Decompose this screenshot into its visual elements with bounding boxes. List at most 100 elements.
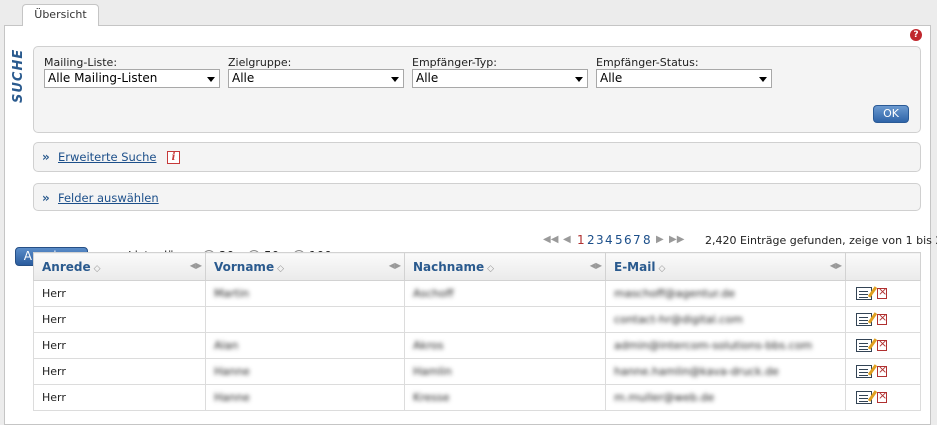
table-row[interactable]: Herr contact-hr@digital.com — [33, 306, 921, 333]
delete-icon[interactable] — [877, 285, 887, 300]
page-link-8[interactable]: 8 — [643, 233, 651, 247]
sort-icon[interactable]: ◇ — [658, 264, 665, 274]
column-header-actions — [845, 252, 921, 281]
cell-nachname: Aschoff — [404, 280, 606, 307]
column-label: Nachname — [413, 259, 485, 274]
page-link-7[interactable]: 7 — [633, 233, 641, 247]
column-header-email[interactable]: E-Mail ◇ ◀▶ — [605, 252, 846, 281]
double-chevron-right-icon: » — [42, 150, 50, 164]
column-label: E-Mail — [614, 259, 656, 274]
edit-icon[interactable] — [856, 391, 872, 405]
advanced-search-link[interactable]: Erweiterte Suche — [58, 150, 157, 164]
recipient-status-label: Empfänger-Status: — [596, 56, 699, 69]
chevron-down-icon — [759, 77, 767, 82]
cell-email: maschoff@agentur.de — [605, 280, 846, 307]
page-link-5[interactable]: 5 — [615, 233, 623, 247]
first-page-icon[interactable]: ◀◀ — [543, 234, 558, 245]
cell-actions — [845, 358, 921, 385]
column-resize-icon[interactable]: ◀▶ — [389, 261, 401, 270]
sort-icon[interactable]: ◇ — [94, 264, 101, 274]
delete-icon[interactable] — [877, 389, 887, 404]
recipient-type-label: Empfänger-Typ: — [412, 56, 497, 69]
column-resize-icon[interactable]: ◀▶ — [190, 261, 202, 270]
page-link-6[interactable]: 6 — [624, 233, 632, 247]
mailing-list-field: Mailing-Liste: Alle Mailing-Listen — [44, 56, 220, 88]
cell-vorname: Hanne — [205, 358, 405, 385]
advanced-search-row[interactable]: » Erweiterte Suche i — [33, 142, 921, 172]
sort-icon[interactable]: ◇ — [487, 264, 494, 274]
ok-button[interactable]: OK — [873, 105, 909, 123]
sort-icon[interactable]: ◇ — [277, 264, 284, 274]
cell-nachname: Kresse — [404, 384, 606, 411]
recipient-status-select[interactable]: Alle — [596, 69, 772, 88]
edit-icon[interactable] — [856, 287, 872, 301]
cell-email: m.muller@web.de — [605, 384, 846, 411]
table-row[interactable]: Herr Hanne Hamlin hanne.hamlin@kava-druc… — [33, 358, 921, 385]
cell-actions — [845, 332, 921, 359]
cell-email: hanne.hamlin@kava-druck.de — [605, 358, 846, 385]
cell-nachname — [404, 306, 606, 333]
column-header-vorname[interactable]: Vorname ◇ ◀▶ — [205, 252, 405, 281]
edit-icon[interactable] — [856, 365, 872, 379]
table-row[interactable]: Herr Martin Aschoff maschoff@agentur.de — [33, 280, 921, 307]
recipient-type-value: Alle — [416, 71, 439, 85]
select-fields-row[interactable]: » Felder auswählen — [33, 183, 921, 211]
column-label: Vorname — [214, 259, 275, 274]
chevron-down-icon — [391, 77, 399, 82]
recipients-table: Anrede ◇ ◀▶ Vorname ◇ ◀▶ Nachname ◇ ◀▶ E-Mail ◇… — [33, 252, 921, 411]
cell-anrede: Herr — [33, 280, 206, 307]
search-section-label: SUCHE — [11, 48, 26, 104]
cell-vorname: Martin — [205, 280, 405, 307]
tab-uebersicht[interactable]: Übersicht — [22, 4, 99, 26]
prev-page-icon[interactable]: ◀ — [563, 234, 571, 245]
cell-nachname: Akros — [404, 332, 606, 359]
chevron-down-icon — [575, 77, 583, 82]
cell-vorname: Hanne — [205, 384, 405, 411]
column-resize-icon[interactable]: ◀▶ — [830, 261, 842, 270]
cell-nachname: Hamlin — [404, 358, 606, 385]
last-page-icon[interactable]: ▶▶ — [669, 234, 684, 245]
mailing-list-label: Mailing-Liste: — [44, 56, 118, 69]
column-label: Anrede — [42, 259, 91, 274]
cell-email: contact-hr@digital.com — [605, 306, 846, 333]
table-header-row: Anrede ◇ ◀▶ Vorname ◇ ◀▶ Nachname ◇ ◀▶ E-Mail ◇… — [33, 252, 921, 281]
delete-icon[interactable] — [877, 337, 887, 352]
page-link-4[interactable]: 4 — [605, 233, 613, 247]
info-icon[interactable]: i — [167, 151, 180, 164]
main-panel: ? SUCHE Mailing-Liste: Alle Mailing-List… — [4, 25, 937, 425]
cell-actions — [845, 280, 921, 307]
chevron-down-icon — [207, 77, 215, 82]
edit-icon[interactable] — [856, 339, 872, 353]
recipient-status-value: Alle — [600, 71, 623, 85]
table-row[interactable]: Herr Hanne Kresse m.muller@web.de — [33, 384, 921, 411]
help-icon[interactable]: ? — [910, 29, 922, 41]
target-group-label: Zielgruppe: — [228, 56, 292, 69]
cell-anrede: Herr — [33, 332, 206, 359]
recipient-status-field: Empfänger-Status: Alle — [596, 56, 772, 88]
cell-vorname: Alan — [205, 332, 405, 359]
pagination: ◀◀ ◀ 1 2 3 4 5 6 7 8 ▶ ▶▶ 2,420 Einträge… — [543, 233, 937, 247]
delete-icon[interactable] — [877, 363, 887, 378]
double-chevron-right-icon: » — [42, 191, 50, 205]
cell-anrede: Herr — [33, 306, 206, 333]
table-row[interactable]: Herr Alan Akros admin@intercom-solutions… — [33, 332, 921, 359]
recipient-type-select[interactable]: Alle — [412, 69, 588, 88]
select-fields-link[interactable]: Felder auswählen — [58, 191, 159, 205]
cell-actions — [845, 384, 921, 411]
page-link-3[interactable]: 3 — [596, 233, 604, 247]
column-header-nachname[interactable]: Nachname ◇ ◀▶ — [404, 252, 606, 281]
target-group-value: Alle — [232, 71, 255, 85]
result-summary: 2,420 Einträge gefunden, zeige von 1 bis… — [705, 234, 937, 247]
column-resize-icon[interactable]: ◀▶ — [590, 261, 602, 270]
search-box: Mailing-Liste: Alle Mailing-Listen Zielg… — [33, 46, 921, 133]
delete-icon[interactable] — [877, 311, 887, 326]
mailing-list-value: Alle Mailing-Listen — [48, 71, 158, 85]
edit-icon[interactable] — [856, 313, 872, 327]
next-page-icon[interactable]: ▶ — [656, 234, 664, 245]
cell-actions — [845, 306, 921, 333]
page-link-2[interactable]: 2 — [587, 233, 595, 247]
page-link-1[interactable]: 1 — [577, 233, 585, 247]
mailing-list-select[interactable]: Alle Mailing-Listen — [44, 69, 220, 88]
target-group-select[interactable]: Alle — [228, 69, 404, 88]
column-header-anrede[interactable]: Anrede ◇ ◀▶ — [33, 252, 206, 281]
